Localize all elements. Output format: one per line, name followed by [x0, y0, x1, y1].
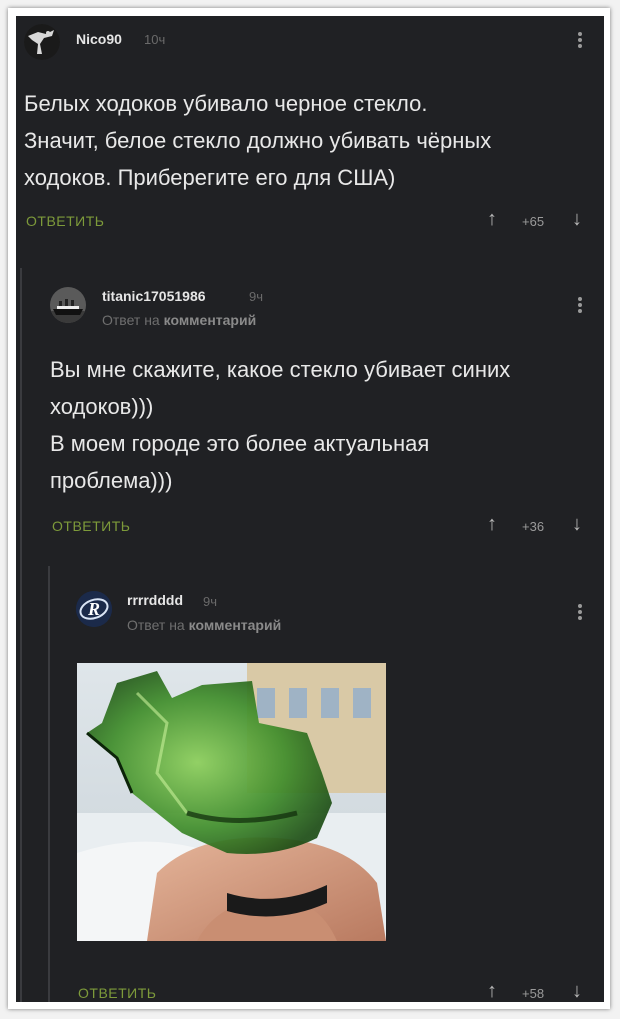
comment-text: Белых ходоков убивало черное стекло. Зна… [24, 85, 491, 196]
comment-line: Белых ходоков убивало черное стекло. [24, 91, 428, 116]
comment-line: Вы мне скажите, какое стекло убивает син… [50, 357, 511, 382]
comment-line: ходоков))) [50, 394, 154, 419]
score: +58 [522, 986, 545, 1001]
comments-panel: Nico90 10ч Белых ходоков убивало черное … [16, 16, 604, 1002]
reply-to-label: Ответ на комментарий [102, 312, 256, 328]
username[interactable]: rrrrdddd [127, 592, 183, 608]
reply-button[interactable]: ответить [52, 518, 130, 534]
username[interactable]: titanic17051986 [102, 288, 206, 304]
avatar[interactable] [24, 24, 60, 60]
reply-to-label: Ответ на комментарий [127, 617, 281, 633]
more-vertical-icon[interactable] [577, 602, 583, 624]
more-vertical-icon[interactable] [577, 295, 583, 317]
avatar[interactable] [50, 287, 86, 323]
reply-to-prefix: Ответ на [102, 312, 160, 328]
downvote-icon[interactable]: ↓ [572, 208, 582, 231]
titanic-ship-icon [50, 287, 86, 323]
score: +65 [522, 214, 545, 229]
comment-line: Значит, белое стекло должно убивать чёрн… [24, 128, 492, 153]
timestamp: 9ч [249, 289, 264, 304]
more-vertical-icon[interactable] [577, 30, 583, 52]
score: +36 [522, 519, 545, 534]
broken-green-glass-bottle-photo[interactable] [77, 663, 386, 941]
r-logo-icon: R [76, 591, 112, 627]
comment-titanic17051986: titanic17051986 9ч Ответ на комментарий … [16, 276, 604, 566]
comment-nico90: Nico90 10ч Белых ходоков убивало черное … [16, 16, 604, 266]
username[interactable]: Nico90 [76, 31, 122, 47]
reply-button[interactable]: ответить [78, 985, 156, 1001]
comment-rrrrdddd: R rrrrdddd 9ч Ответ на комментарий ОТВЕТ… [16, 578, 604, 1002]
svg-text:R: R [87, 599, 100, 619]
tree-silhouette-icon [24, 24, 60, 60]
timestamp: 9ч [203, 594, 218, 609]
downvote-icon[interactable]: ↓ [572, 513, 582, 536]
upvote-icon[interactable]: ↑ [487, 513, 497, 536]
reply-button[interactable]: ответить [26, 213, 104, 229]
reply-to-link[interactable]: комментарий [164, 312, 257, 328]
reply-to-link[interactable]: комментарий [189, 617, 282, 633]
avatar[interactable]: R [76, 591, 112, 627]
upvote-icon[interactable]: ↑ [487, 980, 497, 1002]
timestamp: 10ч [144, 32, 166, 47]
comment-text: Вы мне скажите, какое стекло убивает син… [50, 351, 510, 499]
comment-line: ходоков. Приберегите его для США) [24, 165, 396, 190]
comment-line: проблема))) [50, 468, 173, 493]
reply-to-prefix: Ответ на [127, 617, 185, 633]
downvote-icon[interactable]: ↓ [572, 980, 582, 1002]
comment-line: В моем городе это более актуальная [50, 431, 430, 456]
upvote-icon[interactable]: ↑ [487, 208, 497, 231]
